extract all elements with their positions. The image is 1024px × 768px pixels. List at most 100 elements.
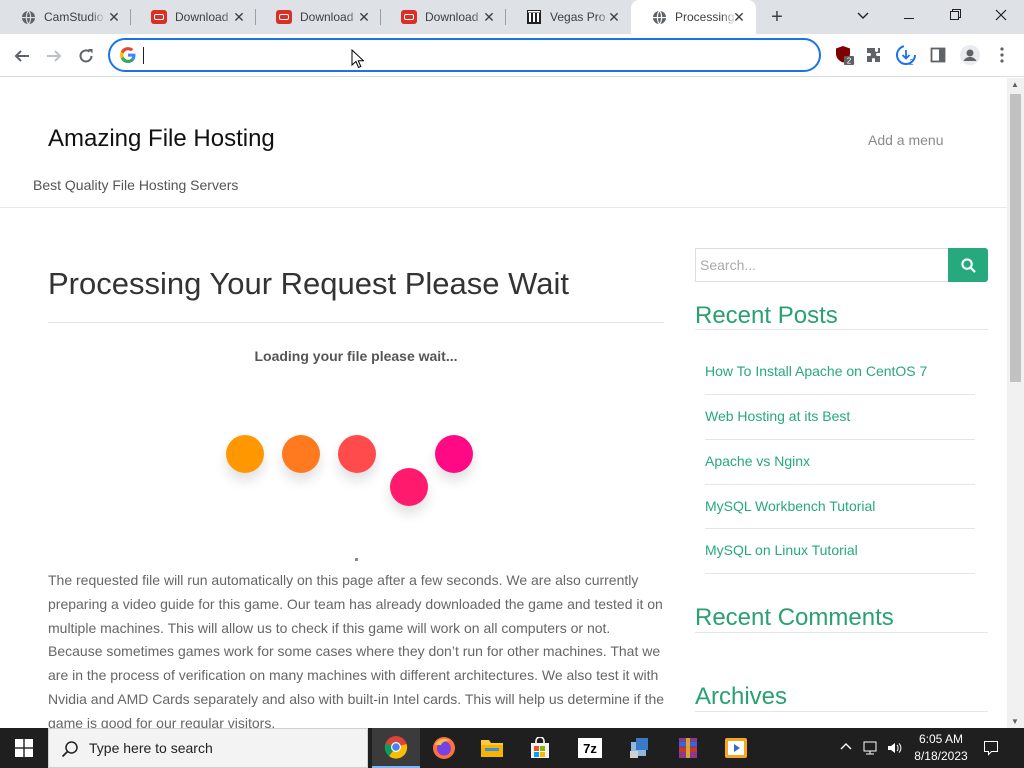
tab-camstudio[interactable]: CamStudio ✕ <box>0 0 131 34</box>
red-site-icon <box>276 9 292 25</box>
recent-post-link[interactable]: Apache vs Nginx <box>705 453 810 469</box>
building-icon <box>526 9 542 25</box>
close-icon[interactable]: ✕ <box>107 10 121 24</box>
close-icon[interactable]: ✕ <box>232 10 246 24</box>
arrow-left-icon <box>14 50 29 62</box>
globe-icon <box>651 9 667 25</box>
chevron-up-icon[interactable] <box>840 740 852 754</box>
download-badge: 2 <box>909 58 914 66</box>
add-menu-link[interactable]: Add a menu <box>868 132 944 148</box>
chevron-down-icon[interactable] <box>840 0 886 30</box>
clock-date: 8/18/2023 <box>914 749 968 763</box>
globe-icon <box>20 9 36 25</box>
recent-post-link[interactable]: Web Hosting at its Best <box>705 408 850 424</box>
network-icon[interactable] <box>862 740 878 759</box>
tab-title: CamStudio <box>44 10 104 24</box>
address-bar[interactable] <box>108 38 821 72</box>
web-page: Amazing File Hosting Best Quality File H… <box>0 78 1007 728</box>
tab-download-2[interactable]: Download ✕ <box>256 0 381 34</box>
new-tab-button[interactable]: + <box>766 6 788 28</box>
tab-download-1[interactable]: Download ✕ <box>131 0 256 34</box>
tab-title: Vegas Pro <box>550 10 606 24</box>
loader-dot <box>226 435 264 473</box>
post-divider <box>705 394 975 395</box>
minimize-button[interactable] <box>886 0 932 30</box>
start-button[interactable] <box>0 728 48 768</box>
loader-dot <box>390 468 428 506</box>
post-divider <box>705 528 975 529</box>
download-icon[interactable]: 2 <box>894 43 918 67</box>
speaker-icon[interactable] <box>886 740 902 759</box>
mouse-cursor-icon <box>351 49 364 69</box>
loader-marker <box>355 558 358 561</box>
puzzle-icon[interactable] <box>862 43 886 67</box>
close-icon[interactable]: ✕ <box>607 10 621 24</box>
profile-avatar-icon[interactable] <box>958 43 982 67</box>
search-field[interactable] <box>695 248 949 282</box>
chrome-icon[interactable] <box>372 728 420 768</box>
recent-post-link[interactable]: MySQL on Linux Tutorial <box>705 542 858 558</box>
windows-logo-icon <box>15 739 33 757</box>
recent-post-link[interactable]: How To Install Apache on CentOS 7 <box>705 363 927 379</box>
loader-dot <box>282 435 320 473</box>
tab-download-3[interactable]: Download ✕ <box>381 0 506 34</box>
site-title[interactable]: Amazing File Hosting <box>48 125 275 153</box>
firefox-icon[interactable] <box>420 728 468 768</box>
tab-vegas-pro[interactable]: Vegas Pro ✕ <box>506 0 631 34</box>
loading-message: Loading your file please wait... <box>254 348 458 364</box>
scroll-down-icon[interactable]: ▼ <box>1011 717 1019 726</box>
text-caret <box>143 47 144 64</box>
7zip-icon[interactable]: 7z <box>566 728 614 768</box>
tab-title: Download <box>300 10 354 24</box>
media-icon[interactable] <box>712 728 760 768</box>
browser-toolbar: 2 2 <box>0 34 1024 77</box>
app-icon[interactable] <box>616 728 664 768</box>
close-window-button[interactable] <box>978 0 1024 30</box>
tab-title: Download <box>175 10 229 24</box>
page-scrollbar[interactable]: ▲ ▼ <box>1007 78 1024 728</box>
article-body: The requested file will run automaticall… <box>48 572 665 728</box>
file-explorer-icon[interactable] <box>468 728 516 768</box>
tab-title: Download <box>425 10 479 24</box>
arrow-right-icon <box>47 50 62 62</box>
close-icon[interactable]: ✕ <box>732 10 746 24</box>
scroll-thumb[interactable] <box>1010 94 1021 382</box>
address-input[interactable] <box>142 46 802 66</box>
search-button[interactable] <box>948 248 988 282</box>
tab-strip: CamStudio ✕ Download ✕ Download ✕ Downlo… <box>0 0 1024 34</box>
recent-posts-title: Recent Posts <box>695 302 838 329</box>
search-icon <box>61 741 78 758</box>
post-divider <box>705 484 975 485</box>
scroll-up-icon[interactable]: ▲ <box>1011 80 1019 89</box>
kebab-menu-icon[interactable] <box>990 43 1014 67</box>
ublock-extension-icon[interactable]: 2 <box>832 43 856 67</box>
winrar-icon[interactable] <box>664 728 712 768</box>
page-title: Processing Your Request Please Wait <box>48 266 569 301</box>
red-site-icon <box>151 9 167 25</box>
site-tagline: Best Quality File Hosting Servers <box>33 177 239 193</box>
store-icon[interactable] <box>516 728 564 768</box>
header-divider <box>0 207 1007 208</box>
system-clock[interactable]: 6:05 AM 8/18/2023 <box>906 731 976 765</box>
heading-divider <box>48 322 664 323</box>
tab-title: Processing <box>675 10 735 24</box>
widget-divider <box>695 711 988 712</box>
ublock-badge: 2 <box>847 57 852 66</box>
close-icon[interactable]: ✕ <box>482 10 496 24</box>
widget-divider <box>695 632 988 633</box>
restore-button[interactable] <box>932 0 978 30</box>
notification-icon[interactable] <box>983 740 999 759</box>
archives-title: Archives <box>695 683 788 710</box>
back-button[interactable] <box>8 42 36 70</box>
taskbar-search[interactable]: Type here to search <box>48 728 368 768</box>
forward-button[interactable] <box>40 42 68 70</box>
search-icon <box>960 257 976 273</box>
widget-divider <box>695 329 988 330</box>
svg-text:7z: 7z <box>583 741 597 756</box>
side-panel-icon[interactable] <box>926 43 950 67</box>
recent-post-link[interactable]: MySQL Workbench Tutorial <box>705 498 875 514</box>
tab-processing[interactable]: Processing ✕ <box>631 0 756 34</box>
reload-button[interactable] <box>72 42 100 70</box>
search-input[interactable] <box>696 249 948 281</box>
close-icon[interactable]: ✕ <box>357 10 371 24</box>
